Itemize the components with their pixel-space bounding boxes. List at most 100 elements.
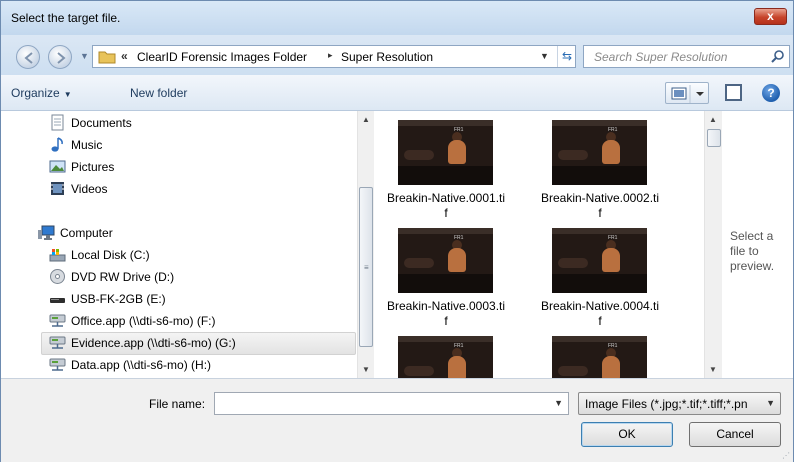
resize-grip-icon[interactable]: ⋰ (782, 451, 790, 460)
nav-item-videos[interactable]: Videos (49, 179, 329, 201)
organize-label: Organize (11, 86, 60, 100)
breadcrumb-item[interactable]: ClearID Forensic Images Folder (137, 50, 307, 64)
network-drive-icon (49, 314, 66, 327)
scroll-up-icon[interactable]: ▲ (362, 115, 370, 124)
back-arrow-icon (24, 52, 33, 64)
dialog-footer: File name: ▼ Image Files (*.jpg;*.tif;*.… (1, 378, 793, 462)
videos-icon (51, 182, 64, 195)
search-box[interactable]: Search Super Resolution (583, 45, 790, 68)
file-item[interactable]: FR1 Breakin-Native.0004.tif (540, 219, 660, 337)
title-bar: Select the target file. x (1, 1, 793, 35)
command-bar: Organize ▼ New folder ? (1, 75, 793, 111)
organize-caret-icon: ▼ (63, 90, 72, 99)
back-button[interactable] (16, 45, 40, 69)
preview-message: Select a file to preview. (730, 229, 775, 273)
file-item[interactable]: FR1 Breakin-Native.0002.tif (540, 111, 660, 229)
nav-item-label: DVD RW Drive (D:) (71, 270, 175, 284)
file-item[interactable]: FR1 Breakin-Native.0003.tif (386, 219, 506, 337)
nav-item-music[interactable]: Music (49, 135, 329, 157)
file-item[interactable]: FR1 Breakin-Native.0001.tif (386, 111, 506, 229)
nav-item-local-disk[interactable]: Local Disk (C:) (49, 245, 329, 267)
nav-item-pictures[interactable]: Pictures (49, 157, 329, 179)
scroll-thumb[interactable] (707, 129, 721, 147)
nav-item-label: USB-FK-2GB (E:) (71, 292, 166, 306)
nav-item-data-drive[interactable]: Data.app (\\dti-s6-mo) (H:) (49, 355, 329, 377)
thumbnail-image: FR1 (552, 228, 647, 293)
file-name-dropdown[interactable]: ▼ (554, 398, 563, 408)
nav-item-documents[interactable]: Documents (49, 113, 329, 135)
breadcrumb-overflow[interactable]: « (121, 49, 128, 63)
address-dropdown[interactable]: ▼ (540, 51, 549, 61)
file-item[interactable]: FR1 (540, 327, 660, 378)
nav-item-office-drive[interactable]: Office.app (\\dti-s6-mo) (F:) (49, 311, 329, 333)
nav-item-label: Music (71, 138, 103, 152)
file-dialog: Select the target file. x ▼ « ClearID Fo… (0, 0, 794, 462)
file-name: Breakin-Native.0004.tif (540, 299, 660, 328)
file-name: Breakin-Native.0003.tif (386, 299, 506, 328)
folder-icon (98, 51, 116, 64)
file-list-scrollbar[interactable]: ▲ ▼ (704, 111, 722, 378)
nav-item-label: Data.app (\\dti-s6-mo) (H:) (71, 358, 212, 372)
address-row: ▼ « ClearID Forensic Images Folder ▸ Sup… (1, 35, 793, 75)
nav-item-usb-drive[interactable]: USB-FK-2GB (E:) (49, 289, 329, 311)
music-icon (51, 137, 63, 152)
grip-icon: ≡ (364, 263, 369, 272)
navigation-scrollbar[interactable]: ▲ ≡ ▼ (357, 111, 374, 378)
pictures-icon (49, 160, 66, 173)
forward-button[interactable] (48, 45, 72, 69)
nav-item-label: Videos (71, 182, 108, 196)
thumbnail-image: FR1 (398, 228, 493, 293)
preview-pane: Select a file to preview. (722, 111, 793, 378)
nav-item-computer[interactable]: Computer (38, 223, 328, 245)
computer-icon (38, 225, 55, 240)
scroll-down-icon[interactable]: ▼ (362, 365, 370, 374)
file-type-select[interactable]: Image Files (*.jpg;*.tif;*.tiff;*.pn ▼ (578, 392, 781, 415)
window-title: Select the target file. (11, 11, 121, 25)
refresh-button[interactable]: ⇆ (557, 46, 576, 67)
breadcrumb-separator[interactable]: ▸ (328, 50, 333, 61)
file-list: FR1 Breakin-Native.0001.tif FR1 Breakin-… (374, 111, 704, 378)
forward-arrow-icon (57, 52, 66, 64)
breadcrumb-item[interactable]: Super Resolution (341, 50, 433, 64)
network-drive-icon (49, 358, 66, 371)
file-name-label: File name: (149, 397, 206, 411)
scroll-down-icon[interactable]: ▼ (709, 365, 717, 374)
local-disk-icon (49, 249, 66, 262)
view-icon (671, 85, 704, 103)
organize-button[interactable]: Organize ▼ (11, 86, 72, 100)
cancel-button[interactable]: Cancel (689, 422, 781, 447)
new-folder-button[interactable]: New folder (130, 86, 187, 100)
search-input[interactable]: Search Super Resolution (594, 50, 727, 64)
address-bar[interactable]: « ClearID Forensic Images Folder ▸ Super… (92, 45, 576, 68)
preview-pane-button[interactable] (725, 84, 742, 101)
usb-drive-icon (50, 298, 65, 303)
help-button[interactable]: ? (762, 84, 780, 102)
file-name: Breakin-Native.0002.tif (540, 191, 660, 220)
file-item[interactable]: FR1 (386, 327, 506, 378)
file-name: Breakin-Native.0001.tif (386, 191, 506, 220)
nav-item-label: Office.app (\\dti-s6-mo) (F:) (71, 314, 216, 328)
nav-item-label: Local Disk (C:) (71, 248, 150, 262)
scroll-thumb[interactable]: ≡ (359, 187, 373, 347)
change-view-button[interactable] (665, 82, 709, 104)
search-icon[interactable] (771, 49, 785, 63)
file-name-field[interactable]: ▼ (214, 392, 569, 415)
nav-item-dvd-drive[interactable]: DVD RW Drive (D:) (49, 267, 329, 289)
ok-button[interactable]: OK (581, 422, 673, 447)
thumbnail-image: FR1 (398, 336, 493, 378)
file-type-value: Image Files (*.jpg;*.tif;*.tiff;*.pn (585, 397, 748, 411)
nav-item-label: Pictures (71, 160, 115, 174)
thumbnail-image: FR1 (552, 120, 647, 185)
close-button[interactable]: x (754, 8, 787, 25)
documents-icon (51, 114, 64, 131)
nav-item-label: Evidence.app (\\dti-s6-mo) (G:) (71, 336, 236, 350)
navigation-pane: Documents Music Pictures Videos Computer… (1, 111, 357, 378)
chevron-down-icon: ▼ (766, 398, 775, 408)
nav-item-label: Documents (71, 116, 132, 130)
dvd-drive-icon (50, 269, 65, 284)
nav-item-evidence-drive[interactable]: Evidence.app (\\dti-s6-mo) (G:) (41, 332, 356, 355)
recent-pages-dropdown[interactable]: ▼ (80, 51, 89, 61)
scroll-up-icon[interactable]: ▲ (709, 115, 717, 124)
network-drive-icon (49, 336, 66, 349)
thumbnail-image: FR1 (552, 336, 647, 378)
